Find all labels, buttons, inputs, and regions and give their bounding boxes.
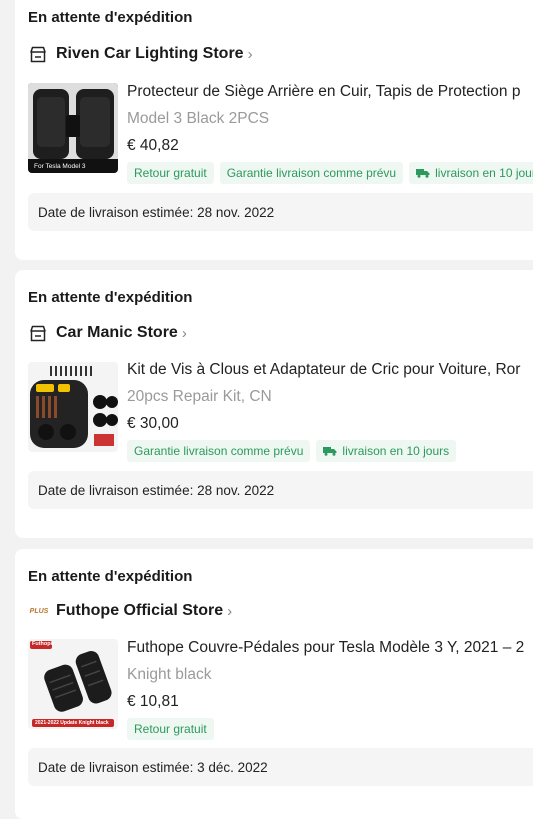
store-link[interactable]: Car Manic Store › (28, 322, 187, 344)
product-variant: 20pcs Repair Kit, CN (127, 388, 272, 405)
product-price: € 30,00 (127, 415, 179, 432)
store-name: Futhope Official Store (56, 602, 224, 619)
estimated-delivery: Date de livraison estimée: 3 déc. 2022 (28, 748, 533, 786)
delivery-time-tag: livraison en 10 jours (316, 440, 457, 462)
product-title[interactable]: Kit de Vis à Clous et Adaptateur de Cric… (127, 361, 533, 379)
order-card[interactable]: En attente d'expédition PLUS Futhope Off… (15, 549, 533, 819)
store-name: Riven Car Lighting Store (56, 45, 244, 62)
product-title[interactable]: Protecteur de Siège Arrière en Cuir, Tap… (127, 83, 533, 101)
product-price: € 10,81 (127, 693, 179, 710)
product-tags: Retour gratuit Garantie livraison comme … (127, 162, 533, 184)
free-return-tag: Retour gratuit (127, 162, 214, 184)
chevron-right-icon: › (181, 324, 187, 342)
shop-icon (28, 323, 48, 343)
image-caption: 2021-2022 Update Knight black (35, 720, 109, 726)
product-variant: Knight black (127, 666, 212, 683)
free-return-tag: Retour gratuit (127, 718, 214, 740)
order-status: En attente d'expédition (28, 568, 193, 585)
product-image[interactable]: Futhope 2021-2022 Update Knight black (28, 639, 118, 729)
product-image[interactable] (28, 362, 118, 452)
product-tags: Retour gratuit (127, 718, 214, 740)
store-logo-text: PLUS (29, 607, 49, 615)
product-price: € 40,82 (127, 137, 179, 154)
product-title[interactable]: Futhope Couvre-Pédales pour Tesla Modèle… (127, 639, 533, 657)
order-card[interactable]: En attente d'expédition Riven Car Lighti… (15, 0, 533, 260)
store-logo: PLUS (28, 601, 50, 621)
delivery-time-label: livraison en 10 jours (435, 166, 533, 180)
truck-icon (416, 168, 430, 178)
delivery-time-label: livraison en 10 jours (342, 444, 450, 458)
store-link[interactable]: Riven Car Lighting Store › (28, 43, 253, 65)
chevron-right-icon: › (247, 45, 253, 63)
store-link[interactable]: PLUS Futhope Official Store › (28, 600, 232, 622)
product-image[interactable]: For Tesla Model 3 (28, 83, 118, 173)
chevron-right-icon: › (227, 602, 233, 620)
product-tags: Garantie livraison comme prévu livraison… (127, 440, 457, 462)
store-name: Car Manic Store (56, 324, 178, 341)
image-caption: For Tesla Model 3 (34, 163, 86, 170)
delivery-guarantee-tag: Garantie livraison comme prévu (127, 440, 311, 462)
estimated-delivery: Date de livraison estimée: 28 nov. 2022 (28, 193, 533, 231)
image-badge: Futhope (32, 641, 54, 647)
order-status: En attente d'expédition (28, 289, 193, 306)
order-card[interactable]: En attente d'expédition Car Manic Store … (15, 270, 533, 538)
delivery-guarantee-tag: Garantie livraison comme prévu (219, 162, 404, 184)
product-variant: Model 3 Black 2PCS (127, 110, 270, 127)
shop-icon (28, 44, 48, 64)
estimated-delivery: Date de livraison estimée: 28 nov. 2022 (28, 471, 533, 509)
delivery-time-tag: livraison en 10 jours (409, 162, 533, 184)
truck-icon (323, 446, 337, 456)
order-status: En attente d'expédition (28, 9, 193, 26)
